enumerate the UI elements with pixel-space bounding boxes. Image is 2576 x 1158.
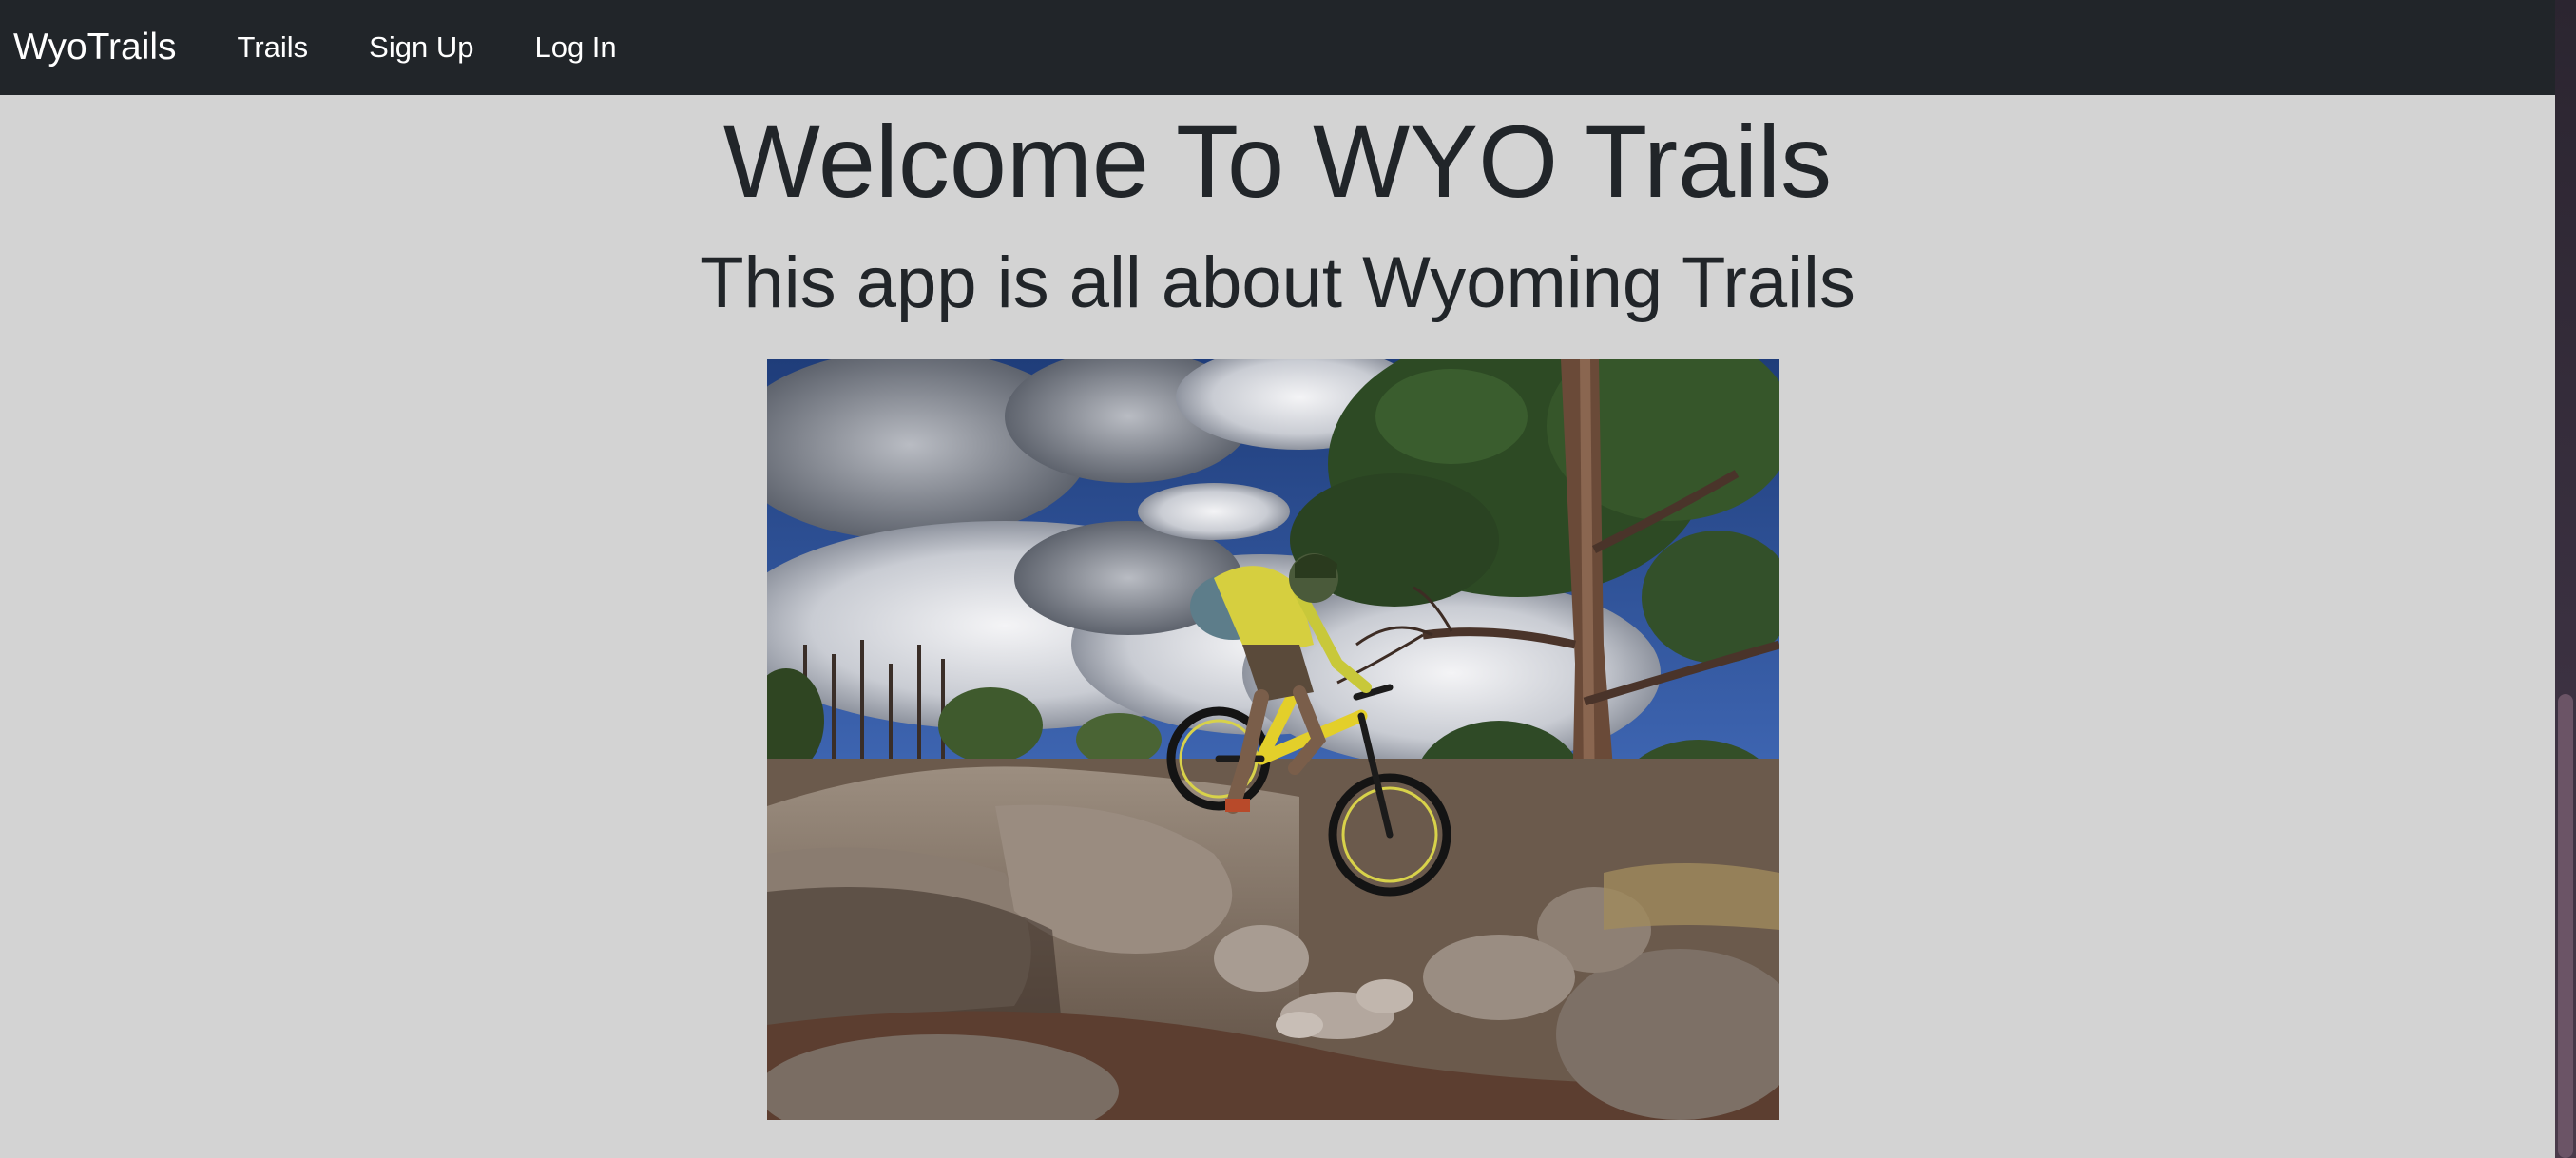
nav-link-log-in[interactable]: Log In — [534, 30, 616, 65]
nav-link-trails[interactable]: Trails — [238, 30, 309, 65]
page-title: Welcome To WYO Trails — [722, 104, 1833, 219]
navbar: WyoTrails Trails Sign Up Log In — [0, 0, 2555, 95]
mountain-bike-photo — [767, 359, 1779, 1120]
brand-link[interactable]: WyoTrails — [13, 27, 177, 68]
nav-link-sign-up[interactable]: Sign Up — [369, 30, 473, 65]
scrollbar-thumb[interactable] — [2558, 694, 2573, 1158]
main-content: Welcome To WYO Trails This app is all ab… — [0, 95, 2555, 1158]
page-subtitle: This app is all about Wyoming Trails — [700, 242, 1855, 323]
